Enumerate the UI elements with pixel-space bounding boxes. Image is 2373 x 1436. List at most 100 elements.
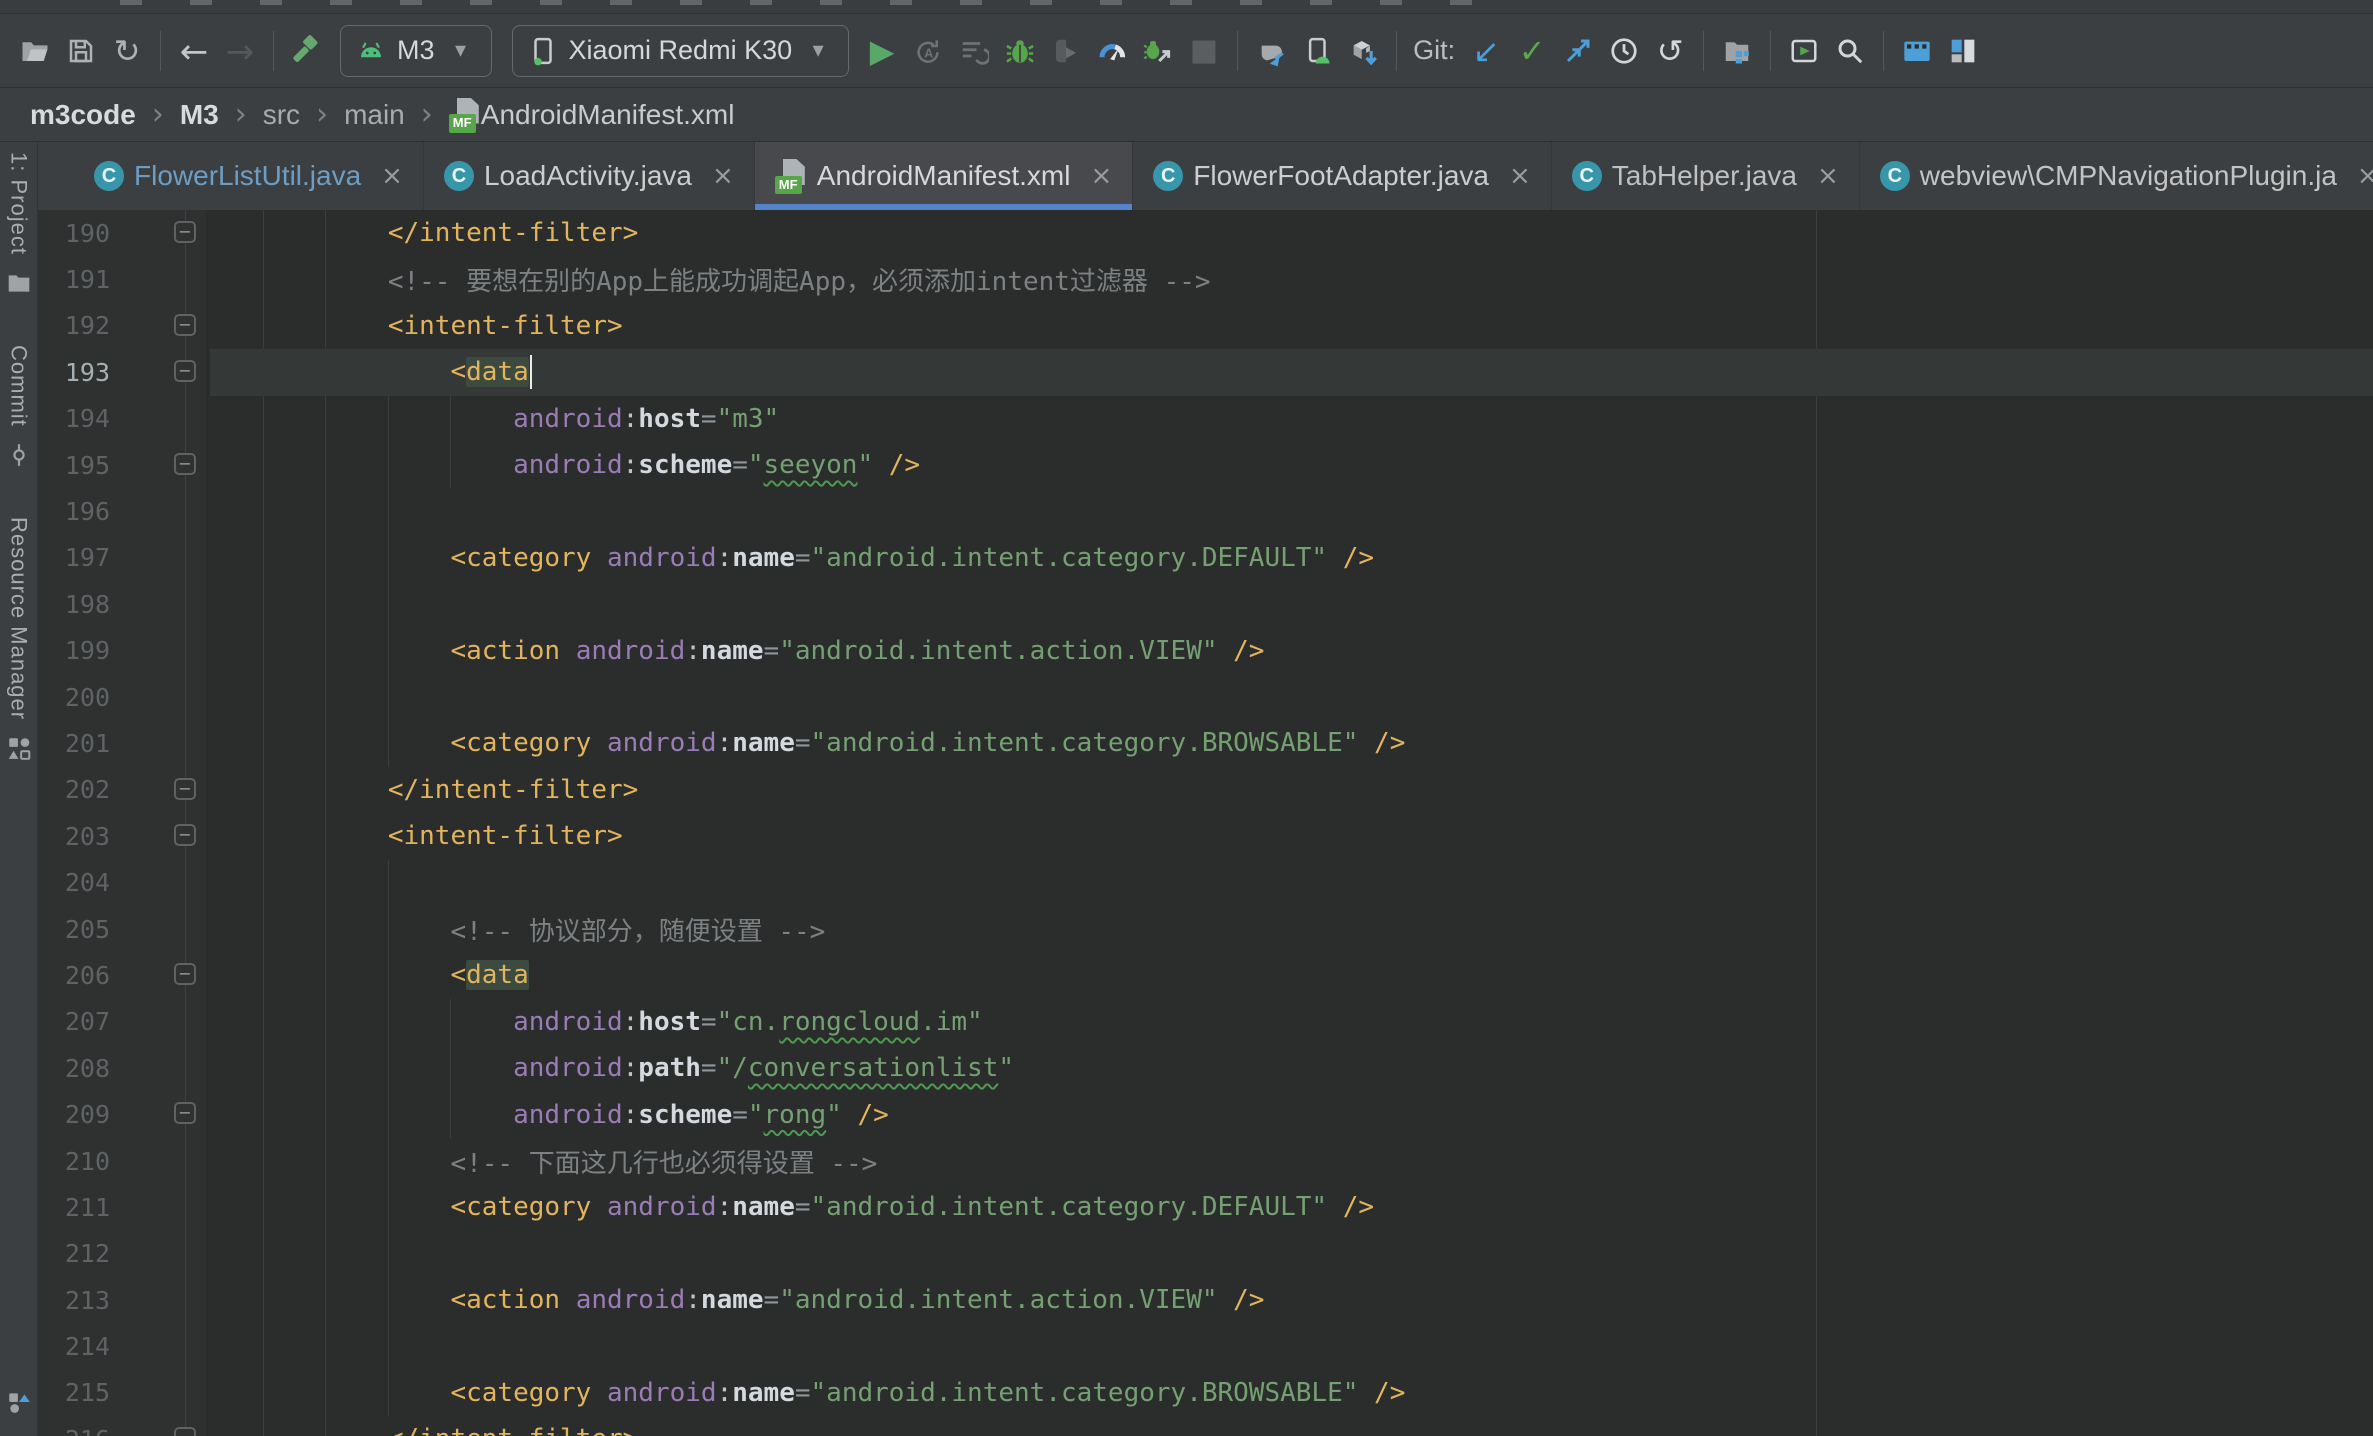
code-text: </intent-filter> [200,218,638,248]
sync-button[interactable]: ↻ [104,24,150,78]
code-editor[interactable]: 190 − </intent-filter> 191 <!-- 要想在别的App… [38,210,2373,1436]
run-button[interactable]: ▶ [859,24,905,78]
line-number: 208 [38,1054,110,1083]
code-line-198: 198 [38,581,2373,627]
navigate-forward-button[interactable]: → [217,24,263,78]
open-project-button[interactable] [12,24,58,78]
device-selector-combo[interactable]: Xiaomi Redmi K30▾ [512,25,850,77]
fold-marker-up[interactable]: − [174,221,196,243]
vcs-commit-icon [3,439,35,471]
tab-label: LoadActivity.java [484,160,692,192]
git-commit-icon: ✓ [1516,35,1548,67]
code-line-196: 196 [38,488,2373,534]
navigate-back-button[interactable]: ← [171,24,217,78]
layout-inspector-button[interactable] [1894,24,1940,78]
breadcrumb-item-m3code[interactable]: m3code [30,99,136,131]
close-icon[interactable]: × [1090,161,1112,191]
attach-debugger-button[interactable] [1043,24,1089,78]
git-commit-button[interactable]: ✓ [1509,24,1555,78]
git-update-icon: ↙ [1470,35,1502,67]
build-button[interactable] [284,24,330,78]
breadcrumb-item-main[interactable]: main [344,99,405,131]
search-everywhere-button[interactable] [1827,24,1873,78]
sdk-manager-button[interactable] [1340,24,1386,78]
toolbar-separator [273,31,274,71]
history-button[interactable] [1601,24,1647,78]
run-configuration-combo[interactable]: M3▾ [340,25,492,77]
tab-loadactivity-java[interactable]: CLoadActivity.java × [424,142,755,210]
project-structure-button[interactable] [1714,24,1760,78]
running-devices-icon [1301,35,1333,67]
code-text: <!-- 要想在别的App上能成功调起App，必须添加intent过滤器 --> [200,261,1211,298]
tab-flowerfootadapter-java[interactable]: CFlowerFootAdapter.java × [1133,142,1552,210]
line-number: 211 [38,1193,110,1222]
tab-webview-cmpnavigationplugin-ja[interactable]: Cwebview\CMPNavigationPlugin.ja × [1860,142,2373,210]
menu-bar-strip [0,0,2373,14]
close-icon[interactable]: × [381,161,403,191]
code-text: <intent-filter> [200,311,623,341]
line-number: 192 [38,311,110,340]
profile-button[interactable] [1089,24,1135,78]
project-folder-icon [3,267,35,299]
fold-column [110,535,200,581]
fold-marker-up[interactable]: − [174,1102,196,1124]
stripe-item-bottom[interactable] [3,1386,35,1418]
resource-manager-icon [3,732,35,764]
running-devices-button[interactable] [1294,24,1340,78]
close-icon[interactable]: × [2357,161,2373,191]
code-line-206: 206 − <data [38,952,2373,998]
breadcrumb-item-M3[interactable]: M3 [180,99,219,131]
tab-androidmanifest-xml[interactable]: MFAndroidManifest.xml × [755,142,1133,210]
git-push-button[interactable] [1555,24,1601,78]
breadcrumb-item-AndroidManifest.xml[interactable]: MFAndroidManifest.xml [449,97,735,133]
tab-label: TabHelper.java [1612,160,1797,192]
stop-button[interactable]: ■ [1181,24,1227,78]
code-line-213: 213 <action android:name="android.intent… [38,1277,2373,1323]
close-icon[interactable]: × [712,161,734,191]
apply-code-changes-button[interactable] [951,24,997,78]
code-text: </intent-filter> [200,1424,638,1436]
stripe-item-1-project[interactable]: 1: Project [3,152,35,299]
fold-marker-down[interactable]: − [174,824,196,846]
close-icon[interactable]: × [1509,161,1531,191]
fold-column [110,1184,200,1230]
fold-marker-up[interactable]: − [174,453,196,475]
fold-column: − [110,1091,200,1137]
tab-flowerlistutil-java[interactable]: CFlowerListUtil.java × [74,142,424,210]
git-update-button[interactable]: ↙ [1463,24,1509,78]
fold-marker-up[interactable]: − [174,1427,196,1436]
debug-button[interactable] [997,24,1043,78]
rollback-button[interactable]: ↺ [1647,24,1693,78]
fold-marker-down[interactable]: − [174,314,196,336]
code-line-192: 192 − <intent-filter> [38,303,2373,349]
code-text: android:scheme="seeyon" /> [200,450,920,480]
run-play-icon: ▶ [866,35,898,67]
code-text: <category android:name="android.intent.c… [200,1378,1405,1408]
device-manager-button[interactable] [1248,24,1294,78]
profiler-button[interactable] [1940,24,1986,78]
intention-bulb-icon[interactable] [218,354,244,388]
rollback-icon: ↺ [1654,35,1686,67]
line-number: 212 [38,1239,110,1268]
android-studio-window: ↻←→M3▾Xiaomi Redmi K30▾▶A■Git:↙✓↺ m3code… [0,0,2373,1436]
fold-marker-down[interactable]: − [174,360,196,382]
fold-marker-down[interactable]: − [174,963,196,985]
run-anything-button[interactable] [1781,24,1827,78]
stripe-item-commit[interactable]: Commit [3,345,35,471]
tab-tabhelper-java[interactable]: CTabHelper.java × [1552,142,1860,210]
breadcrumb-item-src[interactable]: src [263,99,300,131]
line-number: 215 [38,1378,110,1407]
save-all-button[interactable] [58,24,104,78]
stripe-item-resource-manager[interactable]: Resource Manager [3,517,35,764]
line-number: 210 [38,1147,110,1176]
apply-changes-restart-button[interactable]: A [905,24,951,78]
line-number: 203 [38,822,110,851]
fold-marker-up[interactable]: − [174,778,196,800]
attach-debugger-to-process-button[interactable] [1135,24,1181,78]
line-number: 205 [38,915,110,944]
close-icon[interactable]: × [1817,161,1839,191]
line-number: 204 [38,868,110,897]
fold-column [110,1323,200,1369]
breadcrumb-label: src [263,99,300,131]
fold-column [110,1370,200,1416]
